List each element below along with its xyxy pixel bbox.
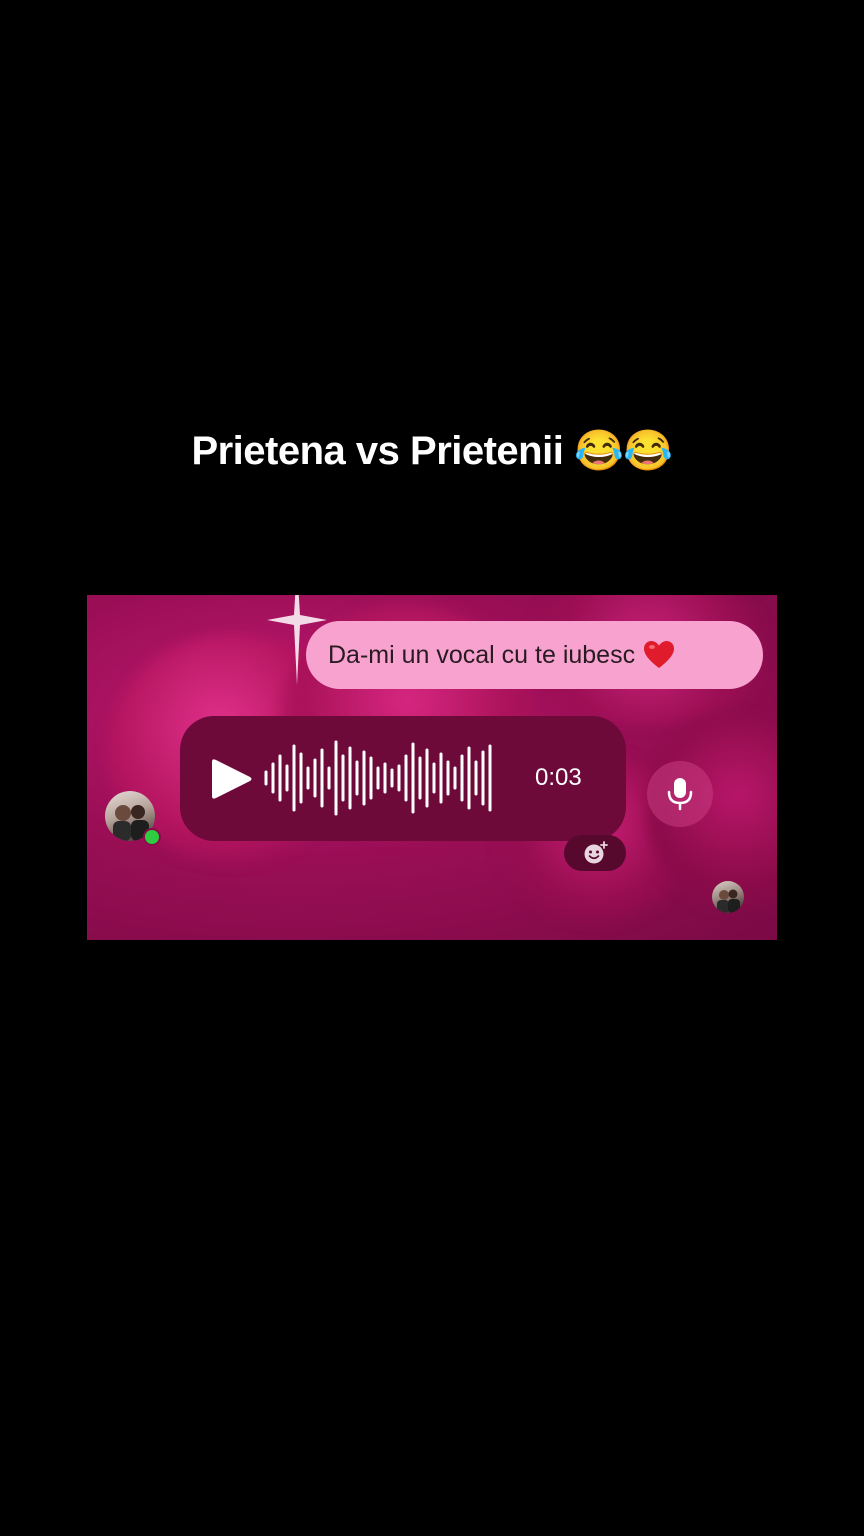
online-status-indicator	[143, 828, 161, 846]
microphone-icon	[667, 778, 693, 811]
sent-message-text: Da-mi un vocal cu te iubesc	[328, 640, 636, 669]
voice-duration: 0:03	[535, 764, 582, 791]
microphone-button[interactable]	[647, 761, 713, 827]
sent-message-bubble[interactable]: Da-mi un vocal cu te iubesc	[306, 621, 763, 689]
read-receipt-avatar	[712, 881, 744, 913]
add-reaction-icon	[584, 841, 608, 864]
chat-screenshot: Da-mi un vocal cu te iubesc 0:03	[87, 595, 777, 940]
voice-message-bubble[interactable]: 0:03	[180, 716, 626, 841]
red-heart-icon	[644, 641, 675, 668]
play-icon[interactable]	[210, 756, 254, 802]
video-caption: Prietena vs Prietenii 😂😂	[191, 429, 673, 473]
waveform-icon	[264, 740, 492, 816]
add-reaction-button[interactable]	[564, 835, 626, 871]
